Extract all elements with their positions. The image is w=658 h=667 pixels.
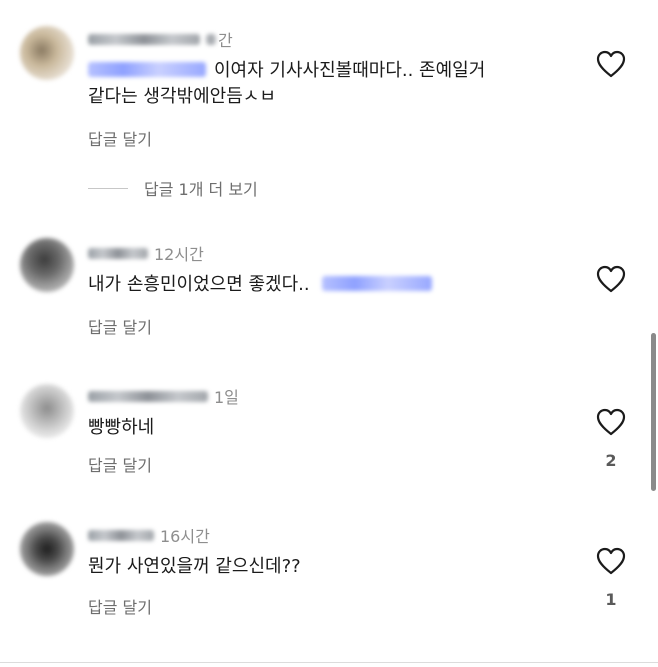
comment-time: 16시간: [160, 527, 210, 546]
heart-outline-icon[interactable]: [596, 547, 626, 575]
reply-button[interactable]: 답글 달기: [88, 452, 152, 476]
time-blurred: [206, 33, 216, 45]
reply-button[interactable]: 답글 달기: [88, 594, 152, 618]
like-count: 1: [605, 590, 617, 609]
comment-body: 내가 손흥민이었으면 좋겠다..: [88, 274, 310, 295]
scrollbar-thumb[interactable]: [651, 333, 656, 491]
comment-text: 빵빵하네: [88, 415, 154, 441]
username-blurred[interactable]: [88, 33, 200, 45]
like-count: 2: [605, 451, 617, 470]
comment-text: 이여자 기사사진볼때마다.. 존예일거 같다는 생각밖에안듬ㅅㅂ: [88, 58, 558, 110]
comment-time: 간: [218, 31, 233, 50]
username-blurred[interactable]: [88, 390, 208, 402]
comment-meta: 간: [88, 28, 233, 50]
comment-meta: 16시간: [88, 524, 210, 546]
heart-outline-icon[interactable]: [596, 265, 626, 293]
comment-meta: 1일: [88, 385, 239, 407]
view-more-replies-label: 답글 1개 더 보기: [144, 180, 258, 199]
comment-text: 뭔가 사연있을꺼 같으신데??: [88, 554, 301, 580]
comment-time: 12시간: [154, 245, 204, 264]
divider: [0, 662, 658, 663]
comment-body: 뭔가 사연있을꺼 같으신데??: [88, 556, 301, 577]
avatar[interactable]: [20, 238, 74, 292]
avatar[interactable]: [20, 384, 74, 438]
heart-outline-icon[interactable]: [596, 408, 626, 436]
username-blurred[interactable]: [88, 247, 148, 259]
comment-text: 내가 손흥민이었으면 좋겠다..: [88, 272, 440, 298]
comment-body: 빵빵하네: [88, 417, 155, 438]
username-blurred[interactable]: [88, 529, 154, 541]
avatar[interactable]: [20, 26, 74, 80]
reply-button[interactable]: 답글 달기: [88, 126, 152, 150]
comment-meta: 12시간: [88, 242, 204, 264]
comment-time: 1일: [214, 388, 239, 407]
view-more-replies[interactable]: 답글 1개 더 보기: [88, 176, 258, 200]
mention-link-blurred[interactable]: [321, 276, 432, 291]
heart-outline-icon[interactable]: [596, 50, 626, 78]
mention-link-blurred[interactable]: [88, 62, 206, 77]
reply-button[interactable]: 답글 달기: [88, 314, 152, 338]
divider-line: [88, 187, 128, 189]
avatar[interactable]: [20, 522, 74, 576]
